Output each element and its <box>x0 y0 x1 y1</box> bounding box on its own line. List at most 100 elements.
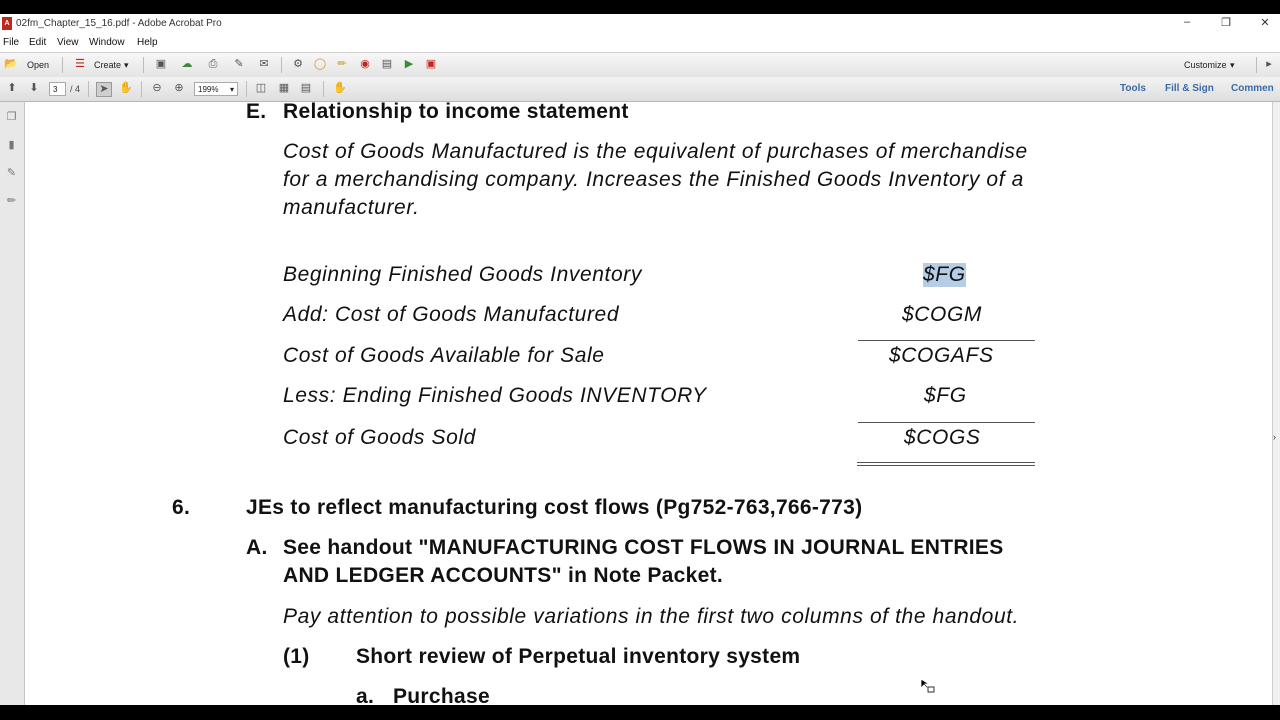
main-toolbar: 📂 Open ☰ Create ▾ ▣ ☁ ⎙ ✎ ✉ ⚙ ◯ ✏ ◉ ▤ ▶ … <box>0 52 1280 78</box>
intro-line-2: for a merchandising company. Increases t… <box>283 168 1024 191</box>
toolbar-separator <box>246 81 247 97</box>
screen-bottom-border <box>0 705 1280 720</box>
zoom-in-icon[interactable]: ⊕ <box>172 82 186 95</box>
row-value-highlighted[interactable]: $FG <box>923 263 966 287</box>
item-a-heading: Purchase <box>393 685 490 705</box>
fit-width-icon[interactable]: ▦ <box>277 82 291 95</box>
create-button[interactable]: Create <box>94 60 121 70</box>
select-cursor-icon[interactable]: ➤ <box>96 82 112 97</box>
toolbar-separator <box>141 81 142 97</box>
expand-icon[interactable]: ▸ <box>1262 58 1276 71</box>
section-a-line-2: AND LEDGER ACCOUNTS" in Note Packet. <box>283 564 724 587</box>
section-a-line-1: See handout "MANUFACTURING COST FLOWS IN… <box>283 536 1004 559</box>
scrolling-mode-icon[interactable]: ▤ <box>299 82 313 95</box>
menu-bar: File Edit View Window Help <box>0 34 1280 52</box>
menu-view[interactable]: View <box>57 37 79 48</box>
print-icon[interactable]: ⎙ <box>206 58 220 71</box>
section-6-heading: JEs to reflect manufacturing cost flows … <box>246 496 863 519</box>
toolbar-separator <box>143 57 144 73</box>
edit-icon[interactable]: ✎ <box>232 58 246 71</box>
window-title: 02fm_Chapter_15_16.pdf - Adobe Acrobat P… <box>16 18 222 29</box>
toolbar-separator <box>281 57 282 73</box>
read-mode-icon[interactable]: ✋ <box>333 82 347 95</box>
open-button[interactable]: Open <box>27 60 49 70</box>
double-underline-rule <box>857 462 1035 463</box>
save-icon[interactable]: ▣ <box>154 58 168 71</box>
customize-button[interactable]: Customize <box>1184 60 1227 70</box>
comment-icon[interactable]: ◯ <box>313 58 327 71</box>
chevron-down-icon[interactable]: ▾ <box>1230 60 1235 71</box>
page-thumbnails-icon[interactable]: ❐ <box>5 110 18 124</box>
cloud-upload-icon[interactable]: ☁ <box>180 58 194 71</box>
email-icon[interactable]: ✉ <box>257 58 271 71</box>
zoom-out-icon[interactable]: ⊖ <box>150 82 164 95</box>
menu-help[interactable]: Help <box>137 37 158 48</box>
bookmarks-icon[interactable]: ▮ <box>5 138 18 152</box>
section-e-heading: Relationship to income statement <box>283 102 629 123</box>
navigation-toolbar: ⬆ ⬇ 3 / 4 ➤ ✋ ⊖ ⊕ 199% ▾ ◫ ▦ ▤ ✋ Tools F… <box>0 77 1280 102</box>
attachments-icon[interactable]: ✏ <box>5 194 18 208</box>
chevron-right-icon[interactable]: › <box>1273 432 1276 442</box>
document-icon[interactable]: ▤ <box>380 58 394 71</box>
minimize-icon[interactable]: – <box>1176 16 1198 28</box>
row-value: $COGAFS <box>889 344 994 367</box>
row-label: Cost of Goods Available for Sale <box>283 344 605 367</box>
next-page-icon[interactable]: ⬇ <box>27 82 41 95</box>
row-value: $FG <box>924 384 967 407</box>
pdf-file-icon: A <box>2 17 12 30</box>
toolbar-separator <box>88 81 89 97</box>
item-a-letter: a. <box>356 685 375 705</box>
menu-file[interactable]: File <box>3 37 19 48</box>
settings-icon[interactable]: ⚙ <box>291 58 305 71</box>
section-a-note: Pay attention to possible variations in … <box>283 605 1020 628</box>
mouse-cursor-icon <box>920 678 935 693</box>
fit-page-icon[interactable]: ◫ <box>254 82 268 95</box>
tools-pane-button[interactable]: Tools <box>1120 83 1146 94</box>
row-label: Cost of Goods Sold <box>283 426 476 449</box>
toolbar-separator <box>323 81 324 97</box>
comment-pane-button[interactable]: Commen <box>1231 83 1274 94</box>
underline-rule <box>858 422 1035 423</box>
screen-top-border <box>0 0 1280 14</box>
intro-line-3: manufacturer. <box>283 196 420 219</box>
previous-page-icon[interactable]: ⬆ <box>5 82 19 95</box>
stamp-icon[interactable]: ◉ <box>358 58 372 71</box>
toolbar-separator <box>62 57 63 73</box>
section-e-letter: E. <box>246 102 267 123</box>
intro-line-1: Cost of Goods Manufactured is the equiva… <box>283 140 1028 163</box>
export-icon[interactable]: ▶ <box>402 58 416 71</box>
menu-window[interactable]: Window <box>89 37 125 48</box>
highlight-icon[interactable]: ✏ <box>335 58 349 71</box>
zoom-value: 199% <box>198 85 219 94</box>
folder-open-icon[interactable]: 📂 <box>4 58 18 71</box>
restore-icon[interactable]: ❐ <box>1215 16 1237 29</box>
chevron-down-icon[interactable]: ▾ <box>124 60 129 71</box>
section-a-letter: A. <box>246 536 268 559</box>
hand-tool-icon[interactable]: ✋ <box>119 82 133 95</box>
double-underline-rule <box>857 465 1035 466</box>
item-1-heading: Short review of Perpetual inventory syst… <box>356 645 801 668</box>
section-6-number: 6. <box>172 496 191 519</box>
close-icon[interactable]: ✕ <box>1254 16 1276 29</box>
toolbar-separator <box>1256 57 1257 73</box>
vertical-scrollbar[interactable]: › <box>1272 102 1280 705</box>
row-value: $COGM <box>902 303 983 326</box>
row-label: Add: Cost of Goods Manufactured <box>283 303 620 326</box>
page-number-input[interactable]: 3 <box>49 82 66 96</box>
chevron-down-icon: ▾ <box>229 85 234 94</box>
row-label: Beginning Finished Goods Inventory <box>283 263 642 286</box>
document-page: E. Relationship to income statement Cost… <box>25 102 1272 705</box>
sign-icon[interactable]: ▣ <box>424 58 438 71</box>
page-total: / 4 <box>70 84 81 94</box>
fill-sign-pane-button[interactable]: Fill & Sign <box>1165 83 1214 94</box>
underline-rule <box>858 340 1035 341</box>
zoom-select[interactable]: 199% ▾ <box>194 82 238 96</box>
navigation-pane: ❐ ▮ ✎ ✏ <box>0 102 25 705</box>
row-value: $COGS <box>904 426 981 449</box>
create-pdf-icon[interactable]: ☰ <box>73 58 87 71</box>
signatures-icon[interactable]: ✎ <box>5 166 18 180</box>
item-1-number: (1) <box>283 645 310 668</box>
menu-edit[interactable]: Edit <box>29 37 46 48</box>
title-bar: A 02fm_Chapter_15_16.pdf - Adobe Acrobat… <box>0 14 1280 34</box>
row-label: Less: Ending Finished Goods INVENTORY <box>283 384 707 407</box>
